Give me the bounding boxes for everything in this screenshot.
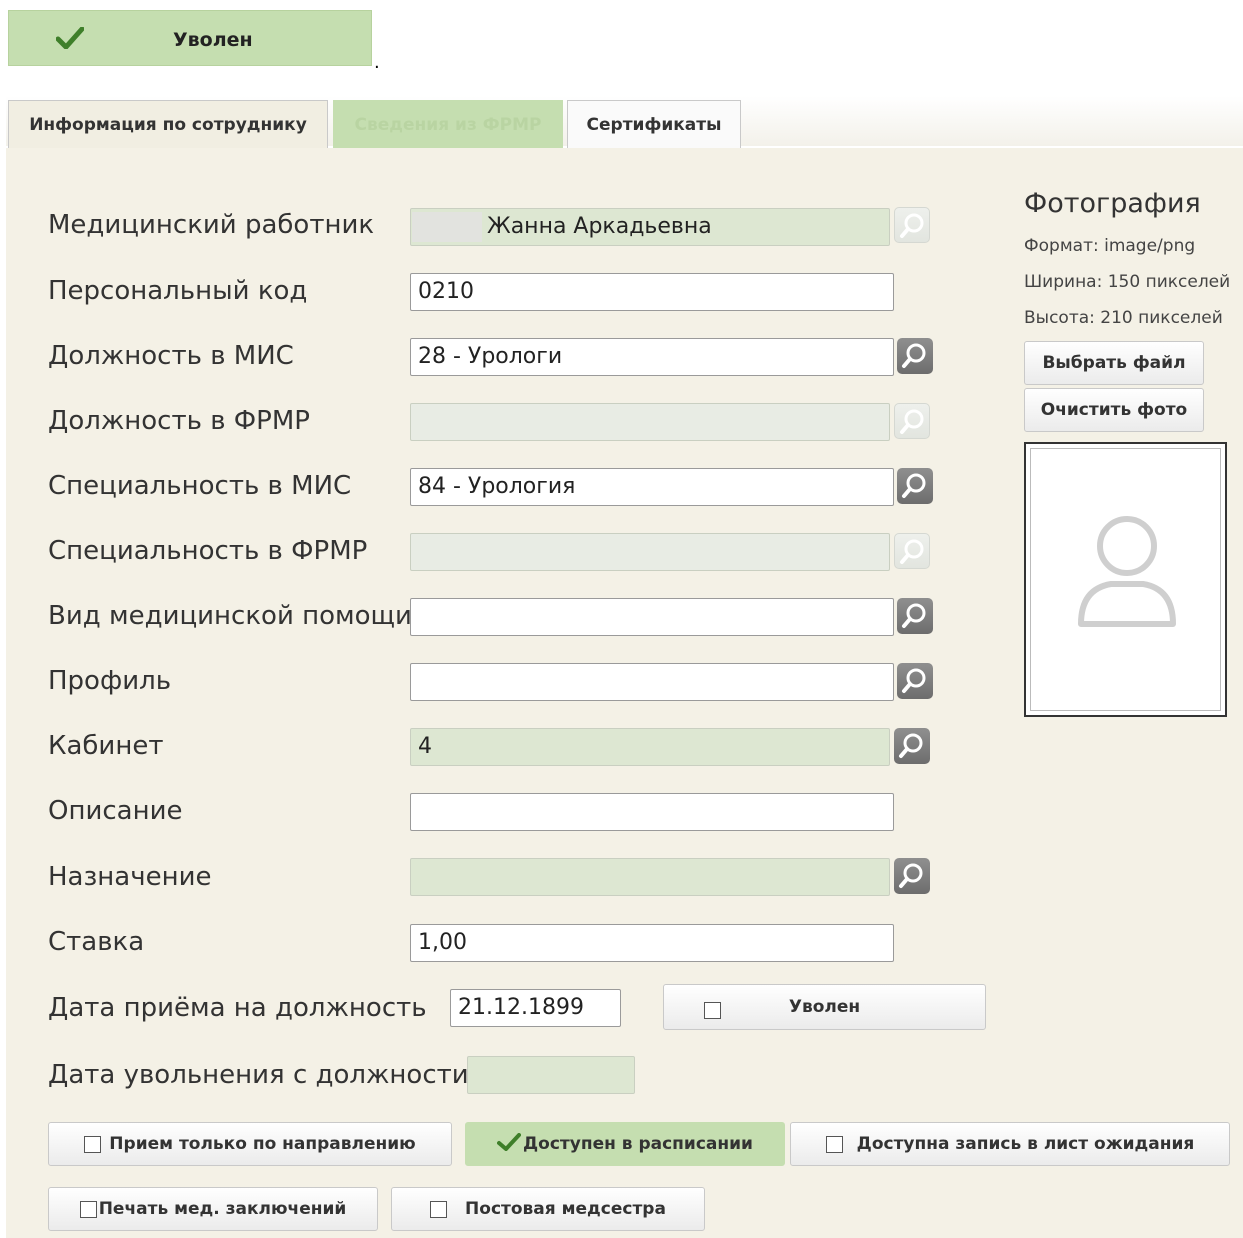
status-label: Уволен bbox=[173, 29, 253, 51]
description-label: Описание bbox=[48, 796, 183, 826]
assignment-label: Назначение bbox=[48, 862, 212, 892]
search-icon[interactable] bbox=[894, 728, 930, 764]
photo-preview bbox=[1024, 442, 1227, 717]
clear-photo-button[interactable]: Очистить фото bbox=[1024, 388, 1204, 432]
tab-employee-info[interactable]: Информация по сотруднику bbox=[8, 100, 328, 148]
tab-label: Сведения из ФРМР bbox=[354, 114, 542, 135]
position-mis-label: Должность в МИС bbox=[48, 341, 294, 371]
position-frmr-field bbox=[410, 403, 890, 441]
specialty-mis-label: Специальность в МИС bbox=[48, 471, 352, 501]
position-frmr-label: Должность в ФРМР bbox=[48, 406, 310, 436]
in-schedule-toggle[interactable]: Доступен в расписании bbox=[465, 1122, 785, 1166]
search-icon[interactable] bbox=[897, 338, 933, 374]
checkbox-icon bbox=[84, 1135, 102, 1153]
dismiss-date-field[interactable] bbox=[467, 1056, 635, 1094]
search-icon[interactable] bbox=[897, 468, 933, 504]
dismiss-date-label: Дата увольнения с должности bbox=[48, 1060, 469, 1090]
search-icon bbox=[894, 533, 930, 569]
care-type-field[interactable] bbox=[410, 598, 894, 636]
checkbox-icon bbox=[825, 1135, 843, 1153]
worker-field[interactable]: Жанна Аркадьевна bbox=[410, 208, 890, 246]
choose-file-button[interactable]: Выбрать файл bbox=[1024, 341, 1204, 385]
profile-field[interactable] bbox=[410, 663, 894, 701]
search-icon bbox=[894, 403, 930, 439]
tab-certificates[interactable]: Сертификаты bbox=[567, 100, 741, 148]
search-icon[interactable] bbox=[894, 858, 930, 894]
checkmark-icon bbox=[55, 26, 85, 54]
dismissed-toggle-label: Уволен bbox=[788, 997, 861, 1017]
worker-label: Медицинский работник bbox=[48, 210, 375, 240]
blurred-name-area bbox=[412, 212, 482, 242]
tab-label: Информация по сотруднику bbox=[29, 114, 307, 135]
photo-title: Фотография bbox=[1024, 188, 1201, 219]
specialty-frmr-field bbox=[410, 533, 890, 571]
photo-height: Высота: 210 пикселей bbox=[1024, 308, 1223, 328]
hire-date-label: Дата приёма на должность bbox=[48, 993, 427, 1023]
specialty-frmr-label: Специальность в ФРМР bbox=[48, 536, 368, 566]
search-icon[interactable] bbox=[894, 207, 930, 243]
rate-field[interactable]: 1,00 bbox=[410, 924, 894, 962]
toggle-label: Прием только по направлению bbox=[109, 1134, 416, 1154]
description-field[interactable] bbox=[410, 793, 894, 831]
personal-code-label: Персональный код bbox=[48, 276, 308, 306]
user-avatar-icon bbox=[1078, 516, 1176, 627]
care-type-label: Вид медицинской помощи bbox=[48, 601, 412, 631]
toggle-label: Доступна запись в лист ожидания bbox=[856, 1134, 1195, 1154]
checkbox-icon bbox=[430, 1200, 448, 1218]
photo-format: Формат: image/png bbox=[1024, 236, 1196, 256]
cabinet-label: Кабинет bbox=[48, 731, 164, 761]
checkmark-icon bbox=[497, 1132, 522, 1156]
hire-date-field[interactable]: 21.12.1899 bbox=[450, 989, 621, 1027]
checkbox-icon bbox=[79, 1200, 97, 1218]
referral-only-toggle[interactable]: Прием только по направлению bbox=[48, 1122, 452, 1166]
toggle-label: Доступен в расписании bbox=[523, 1134, 753, 1154]
toggle-label: Печать мед. заключений bbox=[98, 1199, 347, 1219]
dismissed-toggle[interactable]: Уволен bbox=[663, 984, 986, 1030]
tab-frmr[interactable]: Сведения из ФРМР bbox=[333, 100, 563, 148]
tab-label: Сертификаты bbox=[586, 114, 722, 135]
dismissed-status-button[interactable]: Уволен bbox=[8, 10, 372, 66]
checkbox-icon bbox=[704, 1002, 721, 1019]
photo-width: Ширина: 150 пикселей bbox=[1024, 272, 1231, 292]
search-icon[interactable] bbox=[897, 663, 933, 699]
separator-dot: . bbox=[374, 52, 380, 73]
position-mis-field[interactable]: 28 - Урологи bbox=[410, 338, 894, 376]
ward-nurse-toggle[interactable]: Постовая медсестра bbox=[391, 1187, 705, 1231]
specialty-mis-field[interactable]: 84 - Урология bbox=[410, 468, 894, 506]
print-conclusions-toggle[interactable]: Печать мед. заключений bbox=[48, 1187, 378, 1231]
personal-code-field[interactable]: 0210 bbox=[410, 273, 894, 311]
assignment-field[interactable] bbox=[410, 858, 890, 896]
rate-label: Ставка bbox=[48, 927, 145, 957]
profile-label: Профиль bbox=[48, 666, 172, 696]
toggle-label: Постовая медсестра bbox=[465, 1199, 666, 1219]
waiting-list-toggle[interactable]: Доступна запись в лист ожидания bbox=[790, 1122, 1230, 1166]
search-icon[interactable] bbox=[897, 598, 933, 634]
cabinet-field[interactable]: 4 bbox=[410, 728, 890, 766]
